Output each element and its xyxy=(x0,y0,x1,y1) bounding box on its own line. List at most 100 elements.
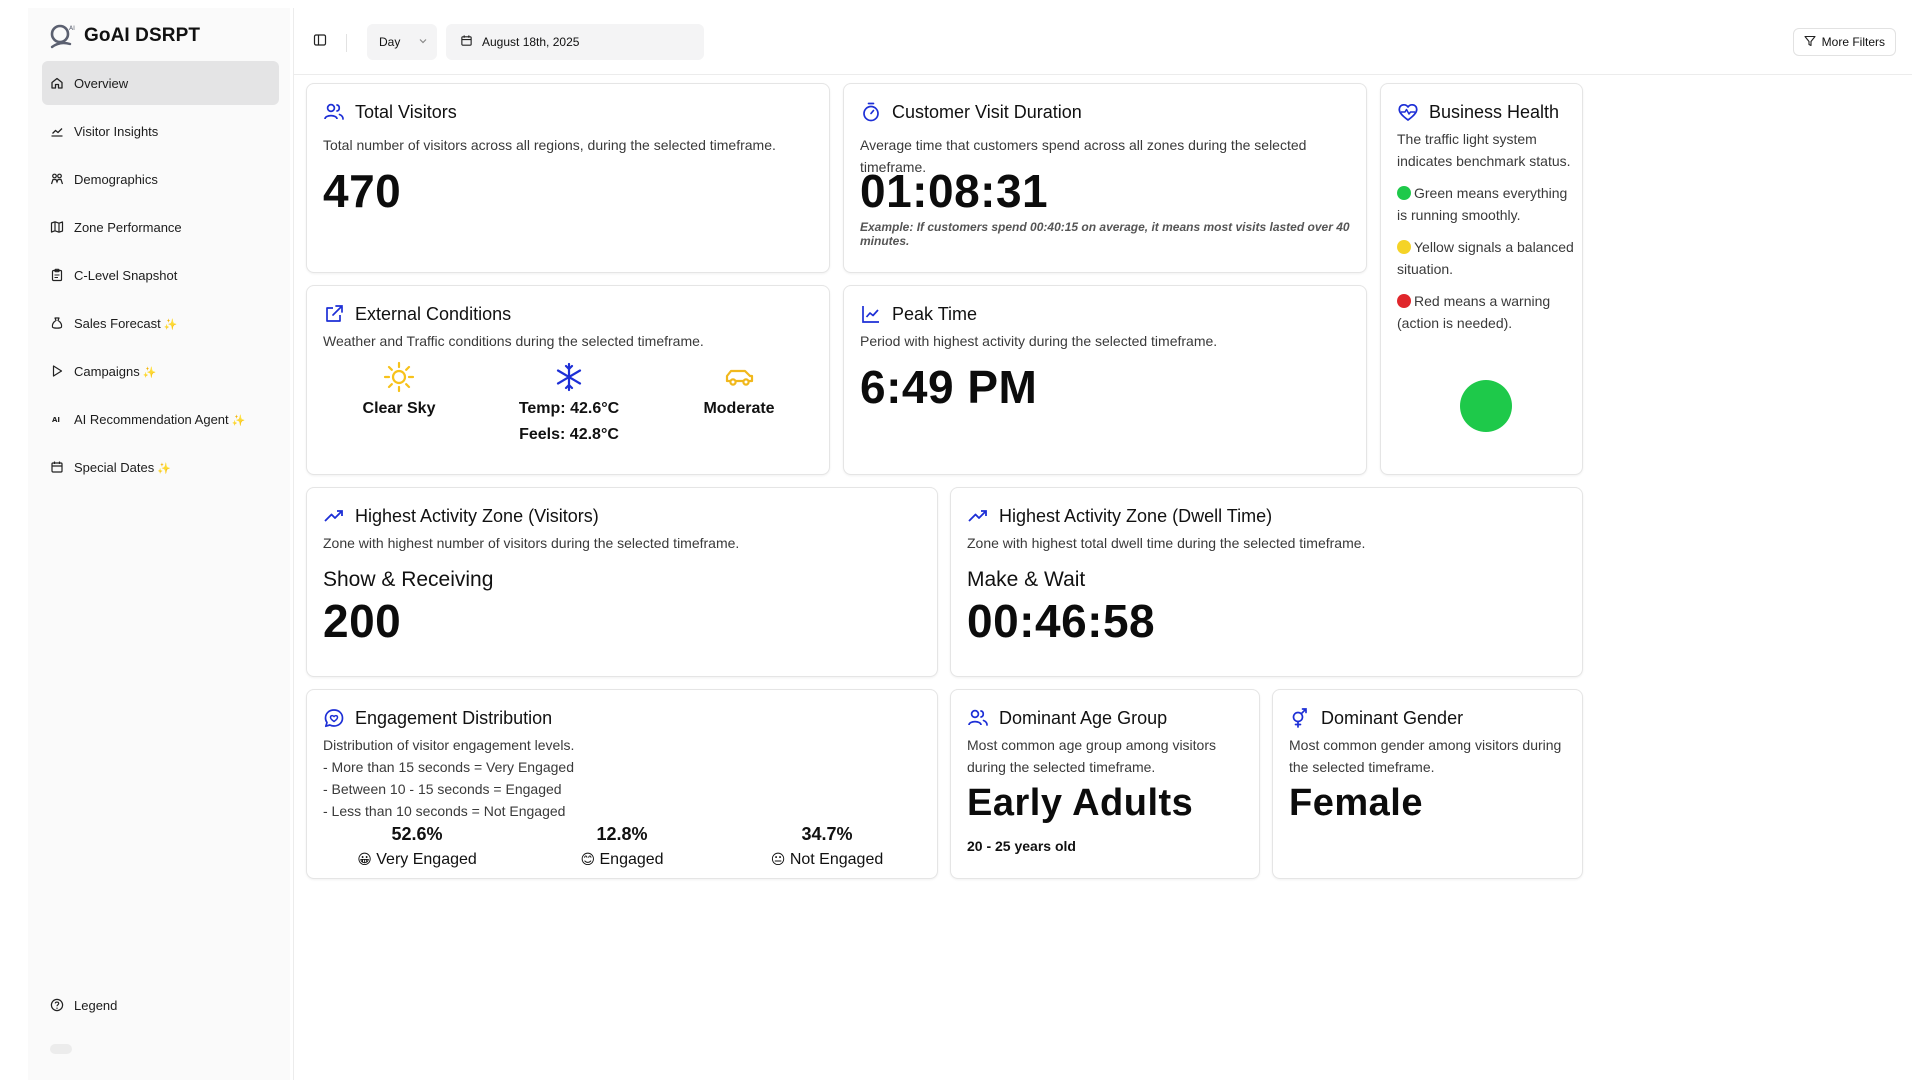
sidebar-item-overview[interactable]: Overview xyxy=(42,61,279,105)
card-header: Highest Activity Zone (Dwell Time) xyxy=(967,502,1272,530)
sidebar-item-demographics[interactable]: Demographics xyxy=(42,157,279,201)
card-title: Engagement Distribution xyxy=(355,707,553,728)
sun-icon xyxy=(382,360,416,394)
feels-like-label: Feels: 42.8°C xyxy=(519,426,619,443)
engagement-percent: 52.6% xyxy=(391,824,443,844)
card-description: Zone with highest total dwell time durin… xyxy=(967,535,1366,551)
svg-text:AI: AI xyxy=(52,416,60,424)
moneybag-icon xyxy=(50,316,64,330)
card-header: Dominant Gender xyxy=(1289,704,1463,732)
engagement-not-engaged: 34.7% 😐 Not Engaged xyxy=(727,822,927,872)
sidebar: AI GoAI DSRPT Overview Visitor Insights xyxy=(28,8,290,1080)
filter-icon xyxy=(1804,35,1816,50)
card-description: Distribution of visitor engagement level… xyxy=(323,734,574,822)
card-description: Weather and Traffic conditions during th… xyxy=(323,333,704,349)
gender-card: Dominant Gender Most common gender among… xyxy=(1272,689,1583,879)
sky-label: Clear Sky xyxy=(362,400,436,417)
zone-name: Show & Receiving xyxy=(323,568,494,591)
brand[interactable]: AI GoAI DSRPT xyxy=(48,16,200,56)
card-header: Dominant Age Group xyxy=(967,704,1167,732)
gender-icon xyxy=(1289,707,1311,729)
total-visitors-card: Total Visitors Total number of visitors … xyxy=(306,83,830,273)
sidebar-toggle-button[interactable] xyxy=(308,30,332,54)
card-header: External Conditions xyxy=(323,300,511,328)
period-select[interactable]: Day xyxy=(367,24,437,60)
engagement-card: Engagement Distribution Distribution of … xyxy=(306,689,938,879)
card-header: Peak Time xyxy=(860,300,977,328)
zone-visitors-value: 200 xyxy=(323,595,402,647)
engagement-desc-line: - Less than 10 seconds = Not Engaged xyxy=(323,803,566,819)
sparkle-icon: ✨ xyxy=(157,462,171,475)
trending-up-icon xyxy=(967,505,989,527)
date-picker-value: August 18th, 2025 xyxy=(482,35,580,49)
zone-name: Make & Wait xyxy=(967,568,1086,591)
weather-temperature: Temp: 42.6°C Feels: 42.8°C xyxy=(489,360,649,448)
main-content: Day August 18th, 2025 More Filters Total… xyxy=(293,8,1912,1080)
yellow-dot-icon xyxy=(1397,240,1411,254)
heart-pulse-icon xyxy=(1397,101,1419,123)
snowflake-sun-icon xyxy=(552,360,586,394)
legend-button[interactable]: Legend xyxy=(50,993,117,1017)
engagement-very-engaged: 52.6% 😀 Very Engaged xyxy=(317,822,517,872)
grinning-face-icon: 😀 xyxy=(357,851,372,867)
red-dot-icon xyxy=(1397,294,1411,308)
map-icon xyxy=(50,220,64,234)
engagement-desc-line: Distribution of visitor engagement level… xyxy=(323,737,575,753)
health-yellow-legend: Yellow signals a balanced situation. xyxy=(1397,239,1574,277)
heart-chat-icon xyxy=(323,707,345,729)
traffic-condition: Moderate xyxy=(659,360,819,422)
users-icon xyxy=(967,707,989,729)
business-health-card: Business Health The traffic light system… xyxy=(1380,83,1583,475)
sidebar-item-special-dates[interactable]: Special Dates ✨ xyxy=(42,445,279,489)
neutral-face-icon: 😐 xyxy=(770,851,786,867)
visit-duration-example: Example: If customers spend 00:40:15 on … xyxy=(860,220,1350,248)
traffic-label: Moderate xyxy=(703,400,775,417)
brand-logo-icon: AI xyxy=(48,21,78,51)
gender-value: Female xyxy=(1289,782,1423,824)
health-red-legend: Red means a warning (action is needed). xyxy=(1397,293,1551,331)
date-picker[interactable]: August 18th, 2025 xyxy=(446,24,704,60)
more-filters-button[interactable]: More Filters xyxy=(1792,28,1896,56)
sidebar-item-visitor-insights[interactable]: Visitor Insights xyxy=(42,109,279,153)
line-chart-icon xyxy=(860,303,882,325)
engagement-percent: 34.7% xyxy=(801,824,853,844)
sidebar-item-sales-forecast[interactable]: Sales Forecast ✨ xyxy=(42,301,279,345)
zone-dwell-value: 00:46:58 xyxy=(967,595,1156,647)
help-circle-icon xyxy=(50,998,64,1012)
timer-icon xyxy=(860,101,882,123)
health-intro: The traffic light system indicates bench… xyxy=(1397,131,1571,169)
app-window: AI GoAI DSRPT Overview Visitor Insights xyxy=(28,8,1912,1080)
age-group-value: Early Adults xyxy=(967,782,1194,824)
users-icon xyxy=(323,101,345,123)
topbar-divider xyxy=(346,34,347,52)
traffic-light-status xyxy=(1460,380,1512,432)
card-title: Customer Visit Duration xyxy=(892,101,1082,122)
clipboard-icon xyxy=(50,268,64,282)
card-description: Total number of visitors across all regi… xyxy=(323,137,776,153)
card-header: Highest Activity Zone (Visitors) xyxy=(323,502,599,530)
external-conditions-card: External Conditions Weather and Traffic … xyxy=(306,285,830,475)
card-description: Zone with highest number of visitors dur… xyxy=(323,535,740,551)
card-title: Peak Time xyxy=(892,303,978,324)
sidebar-item-ai-recommendation-agent[interactable]: AI AI Recommendation Agent ✨ xyxy=(42,397,279,441)
sidebar-item-c-level-snapshot[interactable]: C-Level Snapshot xyxy=(42,253,279,297)
legend-label: Legend xyxy=(74,997,118,1013)
green-dot-icon xyxy=(1397,186,1411,200)
car-icon xyxy=(722,360,756,394)
card-title: External Conditions xyxy=(355,303,512,324)
visit-duration-card: Customer Visit Duration Average time tha… xyxy=(843,83,1367,273)
trend-icon xyxy=(50,124,64,138)
sidebar-item-campaigns[interactable]: Campaigns ✨ xyxy=(42,349,279,393)
calendar-icon xyxy=(460,34,473,50)
card-description: Most common age group among visitors dur… xyxy=(967,737,1216,775)
sidebar-item-label: Overview xyxy=(74,75,129,91)
period-select-value: Day xyxy=(379,35,401,49)
card-header: Engagement Distribution xyxy=(323,704,552,732)
svg-text:AI: AI xyxy=(69,25,75,32)
more-filters-label: More Filters xyxy=(1821,35,1885,49)
card-title: Highest Activity Zone (Dwell Time) xyxy=(999,505,1273,526)
sidebar-item-label: C-Level Snapshot xyxy=(74,267,178,283)
sidebar-item-zone-performance[interactable]: Zone Performance xyxy=(42,205,279,249)
calendar-icon xyxy=(50,460,64,474)
zone-dwell-card: Highest Activity Zone (Dwell Time) Zone … xyxy=(950,487,1583,677)
